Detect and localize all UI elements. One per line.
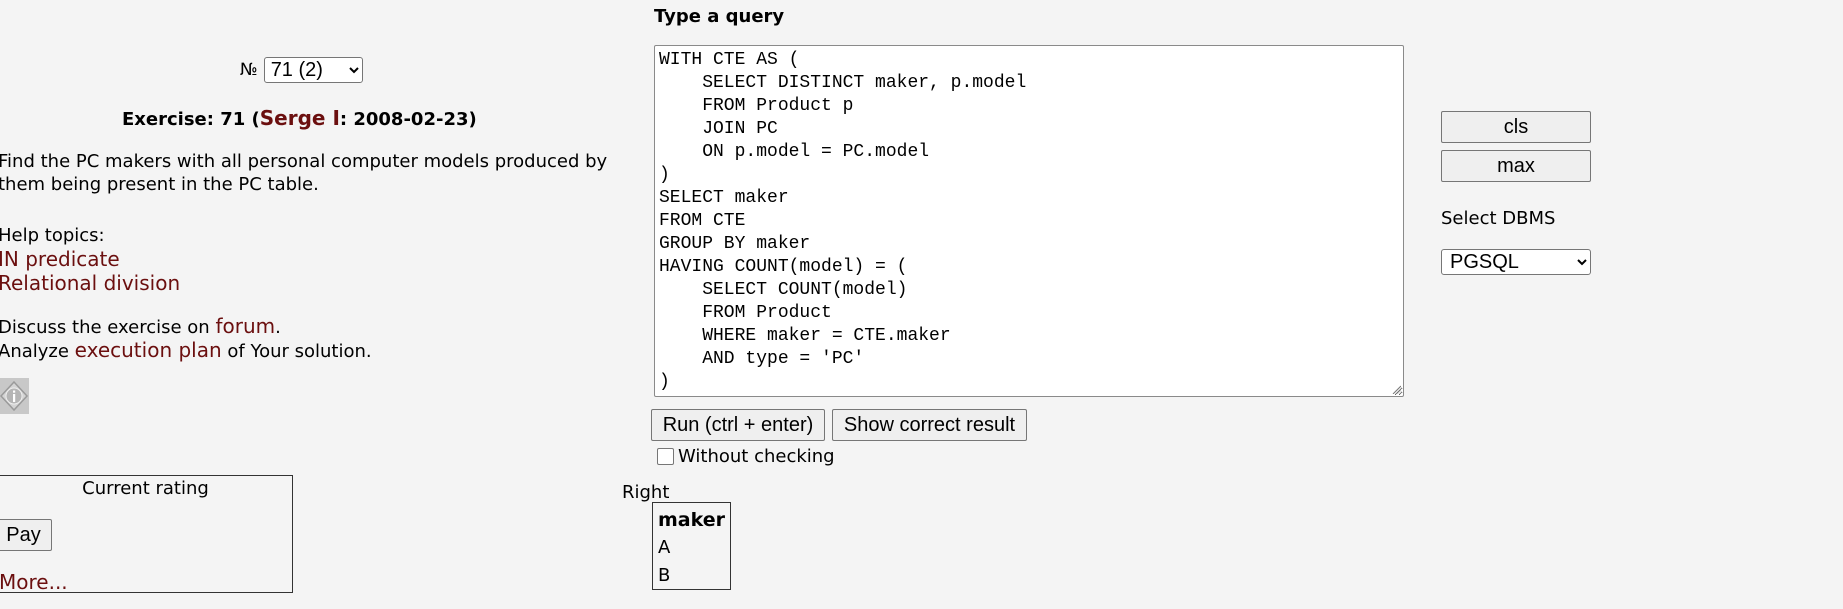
exercise-selector: № 71 (2) — [240, 57, 363, 83]
exercise-title-suffix: : 2008-02-23) — [339, 109, 477, 130]
show-correct-result-button[interactable]: Show correct result — [832, 409, 1027, 441]
pay-button[interactable]: Pay — [0, 519, 52, 551]
help-topics-heading: Help topics: — [0, 225, 105, 246]
result-cell: A — [658, 536, 671, 558]
analyze-text: Analyze — [0, 341, 75, 362]
table-row: B — [653, 561, 731, 590]
more-link[interactable]: More... — [0, 570, 68, 594]
exercise-text: Find the PC makers with all personal com… — [0, 151, 608, 195]
rating-title: Current rating — [82, 478, 209, 499]
forum-link[interactable]: forum — [215, 314, 275, 338]
cls-button[interactable]: cls — [1441, 111, 1591, 143]
exercise-title: Exercise: 71 (Serge I: 2008-02-23) — [122, 106, 477, 130]
without-checking-checkbox[interactable]: Without checking — [657, 446, 835, 467]
result-cell: B — [658, 564, 671, 586]
discuss-line: Discuss the exercise on forum. — [0, 314, 281, 338]
query-label: Type a query — [654, 6, 785, 27]
number-symbol: № — [240, 60, 258, 80]
exercise-select[interactable]: 71 (2) — [263, 57, 363, 83]
author-link[interactable]: Serge I — [260, 106, 340, 130]
dbms-select[interactable]: PGSQL — [1441, 249, 1591, 275]
execution-plan-link[interactable]: execution plan — [75, 338, 222, 362]
analyze-suffix: of Your solution. — [221, 341, 372, 362]
resize-grip-icon[interactable] — [1391, 384, 1401, 394]
help-topic-in-predicate[interactable]: IN predicate — [0, 247, 120, 271]
result-column-header: maker — [658, 509, 726, 531]
discuss-period: . — [275, 317, 281, 338]
result-table: maker A B — [652, 502, 732, 590]
discuss-text: Discuss the exercise on — [0, 317, 216, 338]
current-rating-box: Current rating Pay More... — [0, 475, 293, 594]
exercise-title-prefix: Exercise: 71 ( — [122, 109, 260, 130]
checkbox-box[interactable] — [657, 448, 674, 465]
analyze-line: Analyze execution plan of Your solution. — [0, 338, 372, 362]
result-status: Right — [622, 482, 670, 503]
max-button[interactable]: max — [1441, 150, 1591, 182]
query-editor[interactable]: WITH CTE AS ( SELECT DISTINCT maker, p.m… — [654, 45, 1404, 397]
run-button[interactable]: Run (ctrl + enter) — [651, 409, 825, 441]
query-code[interactable]: WITH CTE AS ( SELECT DISTINCT maker, p.m… — [659, 49, 1399, 394]
info-icon[interactable] — [0, 378, 29, 414]
select-dbms-label: Select DBMS — [1441, 208, 1556, 229]
without-checking-label: Without checking — [678, 446, 835, 467]
help-topic-relational-division[interactable]: Relational division — [0, 271, 180, 295]
table-row: A — [653, 533, 731, 561]
